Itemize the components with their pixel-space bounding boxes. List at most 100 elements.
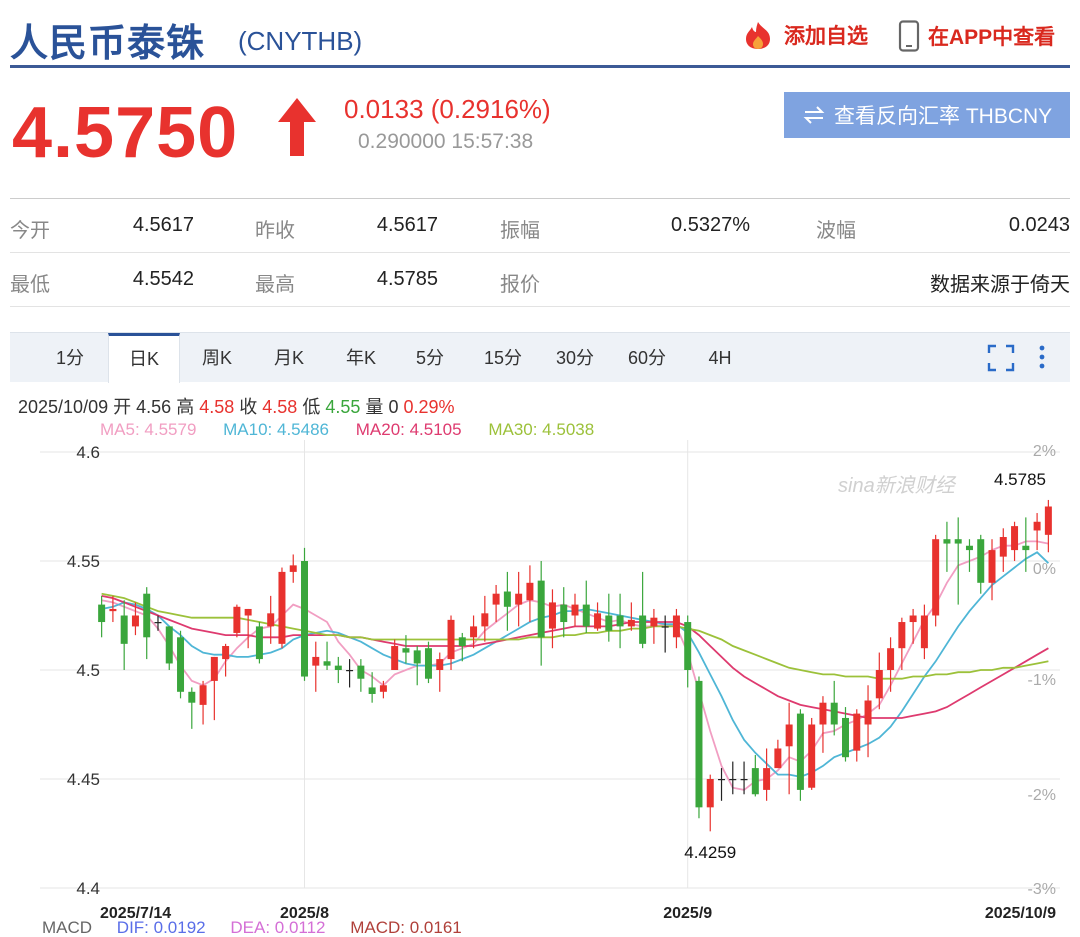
open-label: 开 <box>113 397 132 417</box>
candle-body <box>379 685 387 692</box>
tab-30min[interactable]: 30分 <box>550 333 600 383</box>
x-tick-label: 2025/8 <box>280 905 329 918</box>
candle-body <box>481 613 489 627</box>
more-icon[interactable] <box>1036 343 1048 373</box>
phone-icon <box>898 20 920 52</box>
vol-value: 0 <box>388 397 399 417</box>
candle-body <box>842 717 849 758</box>
stat-value: 4.5785 <box>376 268 438 290</box>
candle-body <box>447 619 455 660</box>
candle-body <box>548 602 556 629</box>
candle-body <box>323 661 331 666</box>
close-value: 4.58 <box>262 397 298 417</box>
vol-label: 量 <box>365 397 384 417</box>
candle-body <box>616 615 624 627</box>
candle-body <box>278 571 286 644</box>
macd-title: MACD <box>42 918 93 937</box>
candle-body <box>605 615 613 631</box>
dea-value: DEA: 0.0112 <box>230 918 326 937</box>
candle-body <box>1033 521 1041 531</box>
candle-body <box>154 622 162 624</box>
candle-body <box>492 593 500 605</box>
candle-body <box>244 608 252 616</box>
reverse-rate-button[interactable]: 查看反向汇率 THBCNY <box>784 92 1070 138</box>
low-annotation: 4.4259 <box>684 843 736 862</box>
candle-body <box>357 665 365 679</box>
tab-5min[interactable]: 5分 <box>410 333 450 383</box>
add-watchlist-button[interactable]: 添加自选 <box>740 20 868 50</box>
stat-label: 最低 <box>10 274 50 296</box>
candle-body <box>999 537 1007 557</box>
pct-tick-label: 2% <box>1033 443 1056 460</box>
candle-body <box>571 604 579 616</box>
candle-body <box>774 748 782 769</box>
candle-body <box>582 604 590 627</box>
data-source: 数据来源于倚天 <box>930 274 1070 296</box>
stat-value: 4.5617 <box>132 214 194 236</box>
candle-body <box>977 539 985 583</box>
candle-body <box>199 685 207 705</box>
candle-body <box>526 582 534 601</box>
tab-4h[interactable]: 4H <box>700 333 740 383</box>
stat-value: 4.5542 <box>132 268 194 290</box>
swap-icon <box>803 106 825 124</box>
candle-body <box>718 779 726 781</box>
high-label: 高 <box>176 397 195 417</box>
candle-body <box>368 687 376 694</box>
tab-15min[interactable]: 15分 <box>478 333 528 383</box>
period-tabs: 1分 日K 周K 月K 年K 5分 15分 30分 60分 4H <box>10 332 1070 383</box>
candle-body <box>639 615 647 644</box>
candle-body <box>177 637 185 692</box>
stat-label: 最高 <box>255 274 295 296</box>
candle-body <box>830 702 838 725</box>
stats-row: 最低 4.5542 最高 4.5785 报价 数据来源于倚天 <box>10 253 1070 307</box>
view-in-app-button[interactable]: 在APP中查看 <box>898 20 1055 52</box>
ohlc-info: 2025/10/09 开 4.56 高 4.58 收 4.58 低 4.55 量… <box>18 393 455 419</box>
candle-body <box>503 591 511 607</box>
ma5-line <box>101 540 1049 791</box>
ma-legend: MA5: 4.5579 MA10: 4.5486 MA20: 4.5105 MA… <box>100 420 616 440</box>
tab-60min[interactable]: 60分 <box>622 333 672 383</box>
candle-body <box>988 550 996 583</box>
open-value: 4.56 <box>136 397 172 417</box>
candle-body <box>672 615 680 638</box>
page-title: 人民币泰铢 <box>10 23 206 65</box>
candle-body <box>188 691 196 703</box>
candle-body <box>796 713 804 790</box>
current-price: 4.5750 <box>12 93 239 173</box>
stat-label: 昨收 <box>255 220 295 242</box>
candle-body <box>1011 526 1019 551</box>
pct-tick-label: -3% <box>1028 881 1056 898</box>
candle-body <box>109 608 117 612</box>
stat-value: 0.5327% <box>671 214 750 236</box>
candle-body <box>684 622 692 670</box>
dif-value: DIF: 0.0192 <box>116 918 206 937</box>
candlestick-chart[interactable]: 4.6 4.55 4.5 4.45 4.4 2% 0% -1% -2% -3% 2025/7/14 2… <box>0 440 1080 918</box>
candle-body <box>808 724 816 788</box>
candle-body <box>965 545 973 551</box>
candle-body <box>932 539 940 616</box>
stat-label: 振幅 <box>500 220 540 242</box>
y-tick-label: 4.5 <box>76 661 100 680</box>
x-tick-label: 2025/10/9 <box>985 905 1056 918</box>
tab-weekly[interactable]: 周K <box>192 333 242 383</box>
candle-body <box>312 656 320 666</box>
candle-body <box>334 665 342 670</box>
ma20-legend: MA20: 4.5105 <box>355 420 462 439</box>
stat-label: 今开 <box>10 220 50 242</box>
tab-1min[interactable]: 1分 <box>50 333 90 383</box>
tab-monthly[interactable]: 月K <box>264 333 314 383</box>
candle-body <box>751 768 759 795</box>
fullscreen-icon[interactable] <box>986 343 1016 373</box>
tab-yearly[interactable]: 年K <box>336 333 386 383</box>
candle-body <box>909 615 917 623</box>
candle-body <box>255 626 263 660</box>
candle-body <box>785 724 793 747</box>
flame-icon <box>746 22 770 49</box>
candle-body <box>864 700 872 725</box>
pct-value: 0.29% <box>403 397 455 417</box>
x-tick-label: 2025/9 <box>663 905 712 918</box>
tab-daily[interactable]: 日K <box>108 333 180 383</box>
candle-body <box>661 626 669 628</box>
candle-body <box>1022 545 1030 551</box>
